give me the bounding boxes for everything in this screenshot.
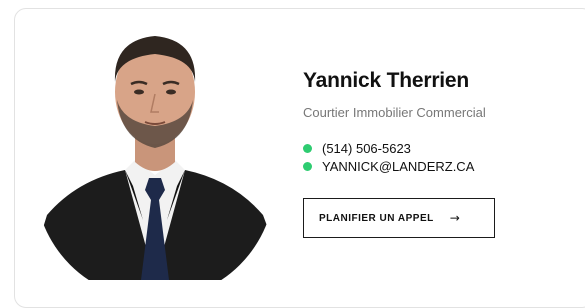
- contact-email[interactable]: YANNICK@LANDERZ.CA: [303, 157, 573, 175]
- green-dot-icon: [303, 161, 312, 171]
- schedule-call-button[interactable]: PLANIFIER UN APPEL →: [303, 198, 495, 238]
- contact-phone[interactable]: (514) 506-5623: [303, 139, 573, 157]
- contact-list: (514) 506-5623 YANNICK@LANDERZ.CA: [303, 139, 573, 175]
- schedule-call-label: PLANIFIER UN APPEL: [319, 212, 434, 224]
- profile-photo: [37, 10, 274, 280]
- profile-role: Courtier Immobilier Commercial: [303, 105, 486, 120]
- profile-name: Yannick Therrien: [303, 69, 470, 92]
- profile-info: Yannick Therrien Courtier Immobilier Com…: [303, 68, 573, 175]
- contact-email-text: YANNICK@LANDERZ.CA: [322, 158, 475, 174]
- contact-phone-text: (514) 506-5623: [322, 140, 411, 156]
- arrow-right-icon: →: [449, 211, 460, 225]
- green-dot-icon: [303, 143, 312, 153]
